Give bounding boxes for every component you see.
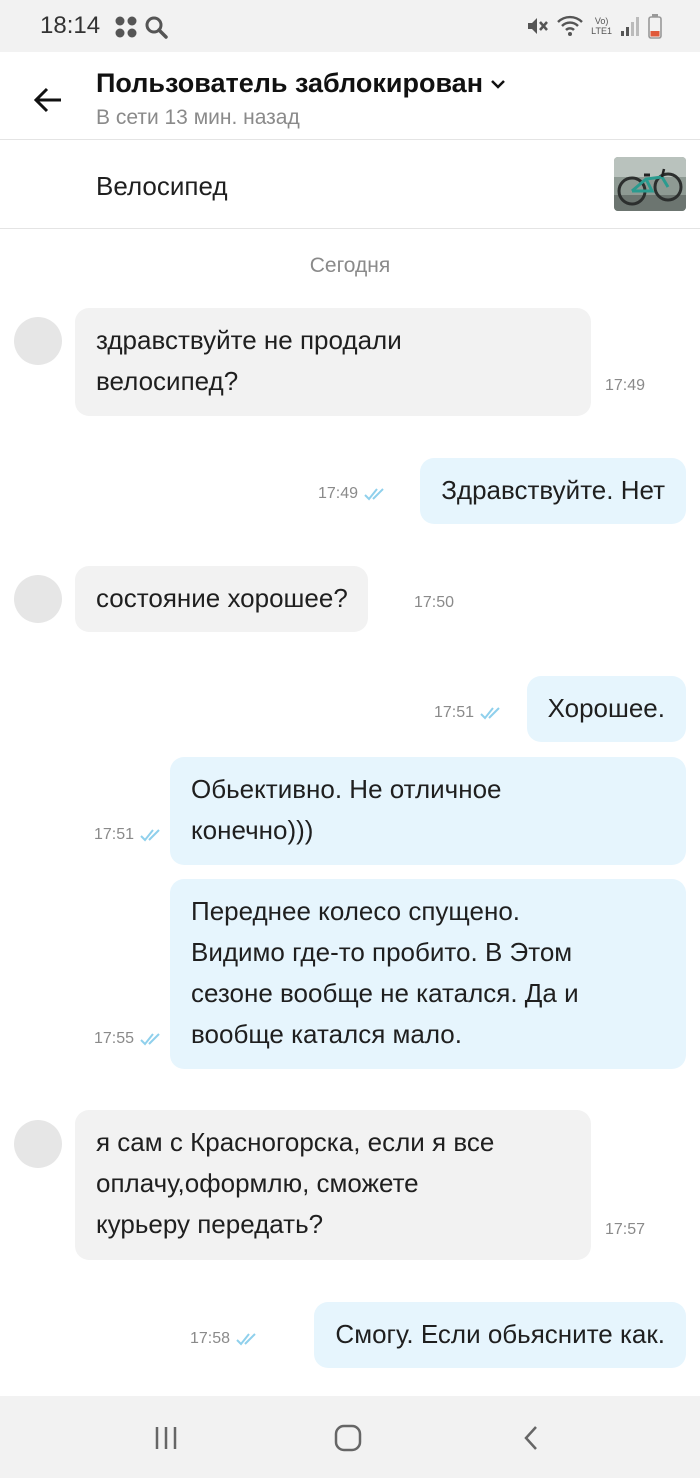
message-line: велосипед?	[96, 366, 239, 396]
message-line: курьеру передать?	[96, 1209, 324, 1239]
message-time: 17:49	[318, 485, 388, 503]
last-seen-status: В сети 13 мин. назад	[96, 106, 300, 129]
message-bubble-incoming[interactable]: состояние хорошее?	[75, 566, 368, 632]
volte-label: Vo)	[594, 16, 609, 26]
status-system-icons: Vo) LTE1	[525, 12, 662, 40]
message-line: здравствуйте не продали	[96, 325, 402, 355]
avatar	[14, 575, 62, 623]
message-bubble-incoming[interactable]: я сам с Красногорска, если я все оплачу,…	[75, 1110, 591, 1260]
message-time: 17:51	[94, 826, 164, 844]
message-time: 17:49	[605, 377, 645, 395]
message-line: Переднее колесо спущено.	[191, 896, 521, 926]
notification-dots-icon	[115, 16, 137, 38]
message-line: Здравствуйте. Нет	[441, 475, 665, 505]
message-time: 17:55	[94, 1030, 164, 1048]
message-time-text: 17:49	[317, 485, 358, 502]
message-bubble-outgoing[interactable]: Хорошее.	[526, 676, 686, 742]
message-line: Смогу. Если обьясните как.	[335, 1319, 665, 1349]
status-time: 18:14	[40, 12, 101, 39]
message-time: 17:58	[190, 1330, 260, 1348]
nav-back-button[interactable]	[512, 1418, 552, 1458]
message-line: вообще катался мало.	[191, 1019, 462, 1049]
bicycle-photo-icon	[614, 157, 686, 211]
recents-button[interactable]	[146, 1418, 186, 1458]
message-list[interactable]: Сегодня здравствуйте не продали велосипе…	[0, 230, 700, 1396]
listing-thumbnail[interactable]	[614, 157, 686, 211]
recents-icon	[155, 1427, 177, 1449]
message-line: конечно)))	[191, 815, 314, 845]
arrow-left-icon	[33, 87, 61, 113]
message-line: Обьективно. Не отличное	[191, 774, 502, 804]
message-time: 17:50	[414, 594, 454, 612]
mute-icon	[528, 18, 549, 34]
status-bar: 18:14 Vo) LTE1	[0, 0, 700, 52]
home-button[interactable]	[328, 1418, 368, 1458]
double-check-icon	[140, 829, 160, 842]
listing-title: Велосипед	[96, 171, 228, 201]
battery-icon	[648, 14, 662, 39]
back-button[interactable]	[28, 80, 68, 120]
double-check-icon	[236, 1333, 256, 1346]
chat-header: Пользователь заблокирован В сети 13 мин.…	[0, 52, 700, 140]
listing-bar[interactable]: Велосипед	[0, 141, 700, 229]
message-time: 17:51	[434, 704, 504, 722]
message-line: состояние хорошее?	[96, 583, 348, 613]
message-bubble-outgoing[interactable]: Смогу. Если обьясните как.	[314, 1302, 686, 1368]
message-bubble-outgoing[interactable]: Здравствуйте. Нет	[420, 458, 686, 524]
message-time-text: 17:50	[414, 594, 455, 611]
status-notification-icons	[114, 14, 168, 40]
message-line: Хорошее.	[547, 693, 665, 723]
message-line: оплачу,оформлю, сможете	[96, 1168, 419, 1198]
chevron-down-icon	[491, 79, 505, 89]
message-bubble-incoming[interactable]: здравствуйте не продали велосипед?	[75, 308, 591, 416]
avatar	[14, 317, 62, 365]
contact-name: Пользователь заблокирован	[96, 68, 484, 98]
double-check-icon	[480, 707, 500, 720]
message-time-text: 17:58	[189, 1330, 230, 1347]
message-time-text: 17:51	[433, 704, 474, 721]
message-time-text: 17:57	[605, 1221, 646, 1238]
search-icon	[145, 16, 168, 39]
system-navigation-bar	[0, 1396, 700, 1478]
nav-back-icon	[524, 1426, 537, 1450]
lte-label: LTE1	[591, 26, 612, 36]
wifi-icon	[557, 15, 584, 36]
message-time: 17:57	[605, 1221, 645, 1239]
message-line: Видимо где-то пробито. В Этом	[191, 937, 573, 967]
message-time-text: 17:49	[605, 377, 646, 394]
contact-title[interactable]: Пользователь заблокирован	[96, 68, 507, 99]
date-separator: Сегодня	[309, 254, 391, 277]
message-bubble-outgoing[interactable]: Обьективно. Не отличное конечно)))	[170, 757, 686, 865]
message-time-text: 17:55	[93, 1030, 134, 1047]
home-icon	[334, 1424, 362, 1452]
message-line: сезоне вообще не катался. Да и	[191, 978, 579, 1008]
message-bubble-outgoing[interactable]: Переднее колесо спущено. Видимо где-то п…	[170, 879, 686, 1069]
signal-icon	[621, 17, 639, 36]
double-check-icon	[140, 1033, 160, 1046]
message-time-text: 17:51	[93, 826, 134, 843]
double-check-icon	[364, 488, 384, 501]
message-line: я сам с Красногорска, если я все	[96, 1127, 495, 1157]
avatar	[14, 1120, 62, 1168]
network-type-label: Vo) LTE1	[591, 16, 612, 36]
